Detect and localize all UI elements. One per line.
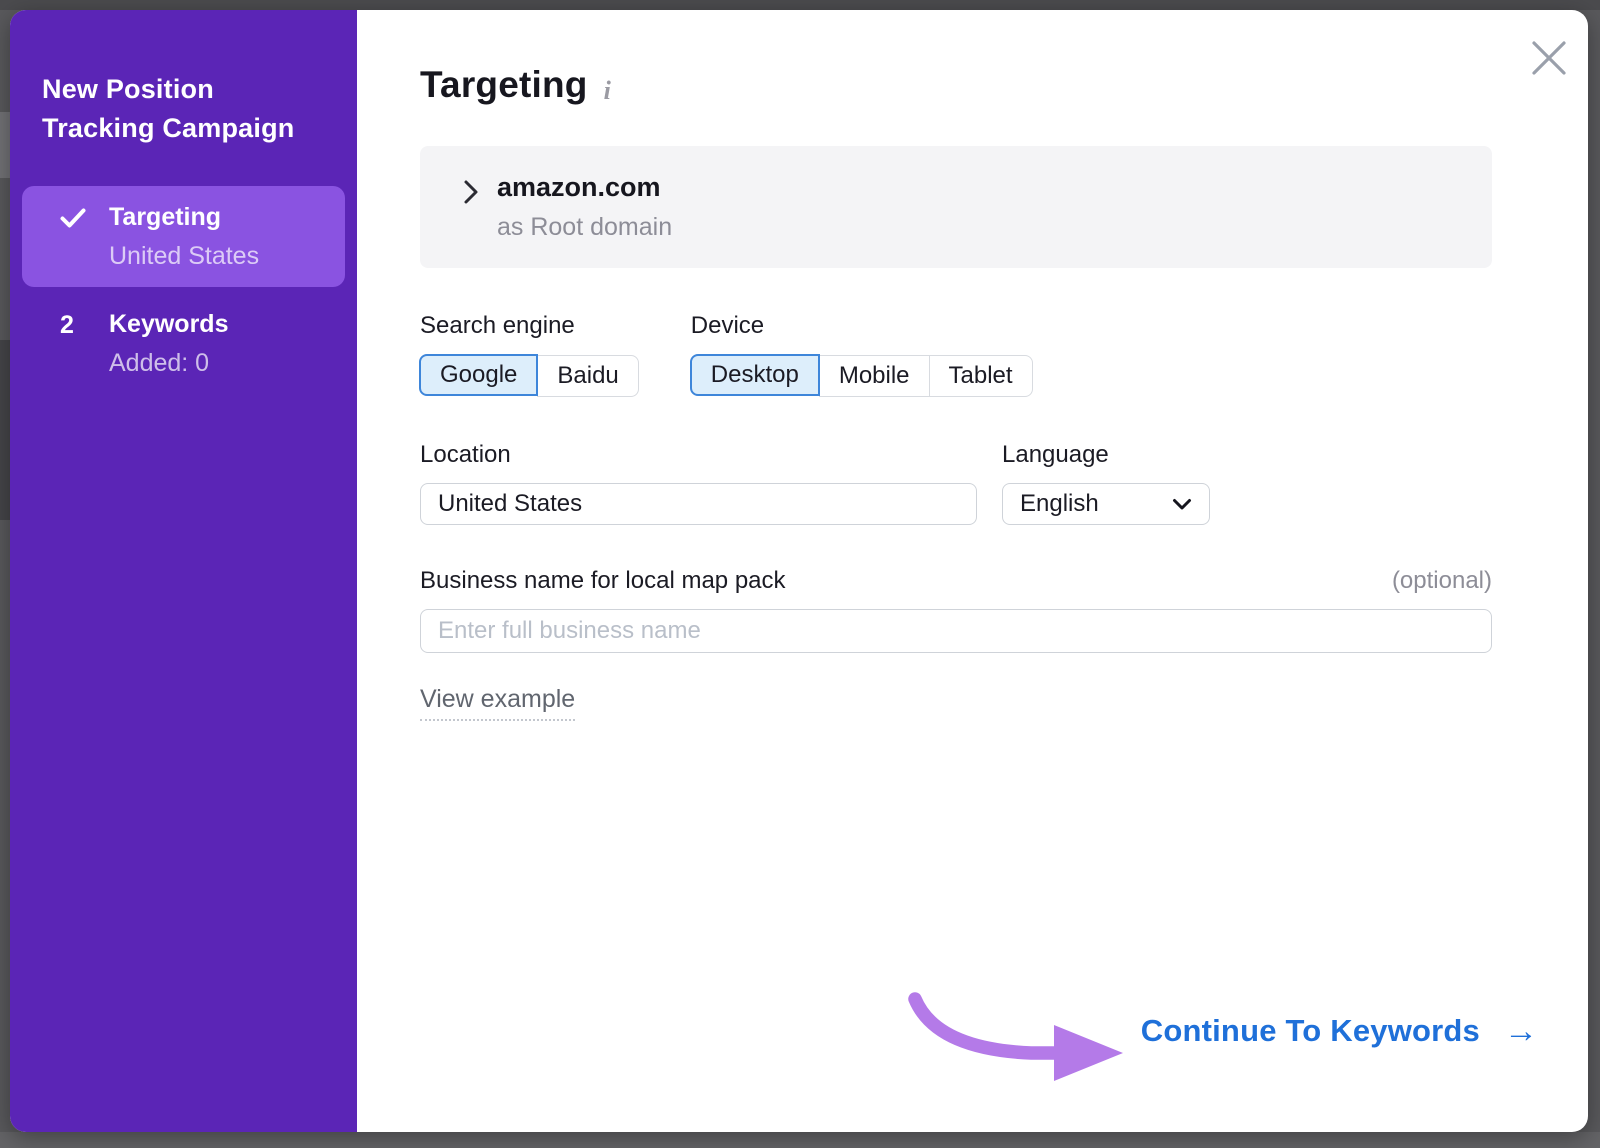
target-domain-summary[interactable]: amazon.com as Root domain [420, 146, 1492, 268]
search-engine-option-baidu[interactable]: Baidu [537, 355, 638, 397]
chevron-down-icon [1172, 490, 1192, 518]
close-icon[interactable] [1529, 38, 1569, 78]
step-number: 2 [60, 309, 109, 340]
step-label-keywords: Keywords [109, 309, 329, 339]
device-option-desktop[interactable]: Desktop [690, 354, 820, 396]
wizard-title: New Position Tracking Campaign [10, 70, 357, 148]
business-name-label: Business name for local map pack [420, 567, 786, 595]
dimmed-page-background [0, 0, 1600, 10]
device-label: Device [691, 312, 1033, 340]
domain-scope: as Root domain [497, 213, 672, 242]
language-label: Language [1002, 441, 1210, 469]
location-input[interactable] [420, 483, 977, 525]
device-toggle-group: Desktop Mobile Tablet [691, 355, 1033, 397]
annotation-arrow [883, 985, 1133, 1089]
search-engine-option-google[interactable]: Google [419, 354, 538, 396]
sidebar-step-targeting[interactable]: Targeting United States [22, 186, 345, 287]
search-engine-label: Search engine [420, 312, 639, 340]
optional-note: (optional) [1392, 567, 1492, 595]
view-example-link[interactable]: View example [420, 685, 575, 721]
dimmed-page-background [0, 1132, 1600, 1148]
dimmed-page-background [0, 340, 10, 520]
step-sublabel-targeting: United States [109, 241, 329, 271]
dimmed-page-background [0, 112, 10, 178]
campaign-wizard-sidebar: New Position Tracking Campaign Targeting… [10, 10, 357, 1132]
sidebar-step-keywords[interactable]: 2 Keywords Added: 0 [22, 293, 345, 394]
arrow-right-icon: → [1504, 1016, 1538, 1047]
search-engine-toggle-group: Google Baidu [420, 355, 639, 397]
continue-to-keywords-button[interactable]: Continue To Keywords → [1141, 1013, 1538, 1049]
device-option-tablet[interactable]: Tablet [929, 355, 1033, 397]
device-option-mobile[interactable]: Mobile [819, 355, 930, 397]
continue-to-keywords-label: Continue To Keywords [1141, 1013, 1480, 1049]
business-name-input[interactable] [420, 609, 1492, 653]
targeting-step-panel: Targeting i amazon.com as Root domain Se… [357, 10, 1588, 1132]
step-sublabel-keywords: Added: 0 [109, 348, 329, 378]
info-icon[interactable]: i [604, 76, 611, 106]
check-icon [60, 202, 109, 229]
chevron-right-icon [463, 179, 479, 210]
page-title: Targeting [420, 64, 588, 106]
location-label: Location [420, 441, 977, 469]
language-selected-value: English [1020, 490, 1099, 518]
language-select[interactable]: English [1002, 483, 1210, 525]
new-position-tracking-campaign-modal: New Position Tracking Campaign Targeting… [10, 10, 1588, 1132]
step-label-targeting: Targeting [109, 202, 329, 232]
domain-name: amazon.com [497, 172, 672, 203]
